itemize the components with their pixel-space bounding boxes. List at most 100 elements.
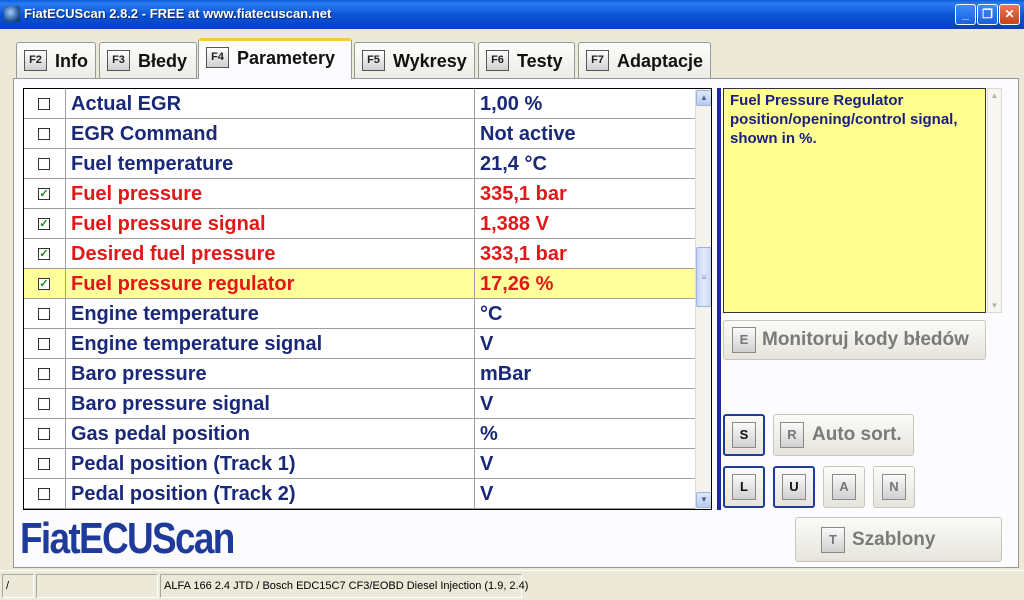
- parameter-row[interactable]: Pedal position (Track 2) V: [24, 479, 695, 509]
- status-field-2: [36, 574, 158, 598]
- parameter-description: Fuel Pressure Regulator position/opening…: [723, 88, 986, 313]
- s-key-icon: S: [732, 422, 756, 448]
- parameter-name: Actual EGR: [71, 93, 182, 115]
- scroll-up-icon[interactable]: ▲: [696, 90, 711, 106]
- checkbox-icon[interactable]: [38, 98, 50, 110]
- tab-parametery[interactable]: F4 Parametery: [198, 38, 352, 79]
- l-key-icon: L: [732, 474, 756, 500]
- parameter-row[interactable]: Baro pressure signal V: [24, 389, 695, 419]
- column-divider: [65, 269, 66, 299]
- sort-button[interactable]: S: [723, 414, 765, 456]
- parameter-row[interactable]: ✓ Desired fuel pressure 333,1 bar: [24, 239, 695, 269]
- tab-adaptacje-label: Adaptacje: [617, 51, 704, 71]
- parameter-name: Gas pedal position: [71, 423, 250, 445]
- tab-adaptacje[interactable]: F7 Adaptacje: [578, 42, 711, 78]
- grid-scrollbar[interactable]: ▲ ≡ ▼: [695, 89, 711, 509]
- column-divider: [474, 359, 475, 389]
- parameter-row[interactable]: Fuel temperature 21,4 °C: [24, 149, 695, 179]
- parameter-row[interactable]: Baro pressure mBar: [24, 359, 695, 389]
- column-divider: [65, 389, 66, 419]
- title-bar[interactable]: FiatECUScan 2.8.2 - FREE at www.fiatecus…: [0, 0, 1024, 29]
- parameter-row[interactable]: ✓ Fuel pressure signal 1,388 V: [24, 209, 695, 239]
- column-divider: [65, 299, 66, 329]
- parameter-row[interactable]: Engine temperature °C: [24, 299, 695, 329]
- l-button[interactable]: L: [723, 466, 765, 508]
- parameter-name: Fuel pressure signal: [71, 213, 266, 235]
- window-title: FiatECUScan 2.8.2 - FREE at www.fiatecus…: [24, 6, 332, 21]
- parameter-name: Pedal position (Track 1): [71, 453, 296, 475]
- checkbox-checked-icon[interactable]: ✓: [38, 188, 50, 200]
- column-divider: [474, 179, 475, 209]
- tab-info-label: Info: [55, 51, 88, 71]
- column-divider: [474, 449, 475, 479]
- status-field-1: /: [2, 574, 34, 598]
- t-key-icon: T: [821, 526, 845, 553]
- parameter-value: Not active: [480, 123, 576, 145]
- checkbox-icon[interactable]: [38, 458, 50, 470]
- f5-key-icon: F5: [362, 50, 385, 71]
- desc-scroll-down-icon[interactable]: ▼: [988, 299, 1001, 312]
- checkbox-icon[interactable]: [38, 368, 50, 380]
- parameter-name: Fuel temperature: [71, 153, 234, 175]
- parameter-value: °C: [480, 303, 503, 325]
- parameter-name: Desired fuel pressure: [71, 243, 276, 265]
- minimize-button[interactable]: _: [955, 4, 976, 25]
- n-button[interactable]: N: [873, 466, 915, 508]
- checkbox-icon[interactable]: [38, 338, 50, 350]
- parameter-row[interactable]: ✓ Fuel pressure regulator 17,26 %: [24, 269, 695, 299]
- parameter-row[interactable]: Gas pedal position %: [24, 419, 695, 449]
- column-divider: [474, 149, 475, 179]
- column-divider: [474, 419, 475, 449]
- parameter-value: 1,388 V: [480, 213, 549, 235]
- restore-button[interactable]: ❐: [977, 4, 998, 25]
- column-divider: [65, 119, 66, 149]
- checkbox-icon[interactable]: [38, 398, 50, 410]
- parameter-row[interactable]: Engine temperature signal V: [24, 329, 695, 359]
- parameter-row[interactable]: Actual EGR 1,00 %: [24, 89, 695, 119]
- templates-label: Szablony: [852, 528, 936, 550]
- auto-sort-button[interactable]: R Auto sort.: [773, 414, 914, 456]
- tab-wykresy[interactable]: F5 Wykresy: [354, 42, 475, 78]
- column-divider: [474, 299, 475, 329]
- f6-key-icon: F6: [486, 50, 509, 71]
- column-divider: [65, 449, 66, 479]
- parameter-row[interactable]: ✓ Fuel pressure 335,1 bar: [24, 179, 695, 209]
- checkbox-icon[interactable]: [38, 428, 50, 440]
- parameter-value: 1,00 %: [480, 93, 543, 115]
- checkbox-icon[interactable]: [38, 308, 50, 320]
- a-button[interactable]: A: [823, 466, 865, 508]
- parameter-value: 333,1 bar: [480, 243, 567, 265]
- u-key-icon: U: [782, 474, 806, 500]
- parameter-value: 335,1 bar: [480, 183, 567, 205]
- scroll-down-icon[interactable]: ▼: [696, 492, 711, 508]
- tab-info[interactable]: F2 Info: [16, 42, 96, 78]
- checkbox-icon[interactable]: [38, 488, 50, 500]
- checkbox-checked-icon[interactable]: ✓: [38, 248, 50, 260]
- f3-key-icon: F3: [107, 50, 130, 71]
- checkbox-checked-icon[interactable]: ✓: [38, 278, 50, 290]
- checkbox-icon[interactable]: [38, 158, 50, 170]
- description-scrollbar[interactable]: ▲ ▼: [987, 88, 1002, 313]
- tab-bledy[interactable]: F3 Błedy: [99, 42, 197, 78]
- scroll-thumb[interactable]: ≡: [696, 247, 711, 307]
- column-divider: [65, 359, 66, 389]
- parameter-row[interactable]: Pedal position (Track 1) V: [24, 449, 695, 479]
- column-divider: [65, 149, 66, 179]
- tab-bledy-label: Błedy: [138, 51, 188, 71]
- parameter-value: 21,4 °C: [480, 153, 547, 175]
- u-button[interactable]: U: [773, 466, 815, 508]
- close-button[interactable]: ✕: [999, 4, 1020, 25]
- checkbox-icon[interactable]: [38, 128, 50, 140]
- checkbox-checked-icon[interactable]: ✓: [38, 218, 50, 230]
- column-divider: [474, 89, 475, 119]
- parameter-value: V: [480, 483, 494, 505]
- column-divider: [474, 389, 475, 419]
- parameter-name: Pedal position (Track 2): [71, 483, 296, 505]
- monitor-error-codes-button[interactable]: E Monitoruj kody błedów: [723, 320, 986, 360]
- tab-testy[interactable]: F6 Testy: [478, 42, 575, 78]
- parameter-name: EGR Command: [71, 123, 218, 145]
- desc-scroll-up-icon[interactable]: ▲: [988, 89, 1001, 102]
- parameter-row[interactable]: EGR Command Not active: [24, 119, 695, 149]
- fiatecuscan-logo: FiatECUScan: [20, 514, 235, 563]
- templates-button[interactable]: T Szablony: [795, 517, 1002, 562]
